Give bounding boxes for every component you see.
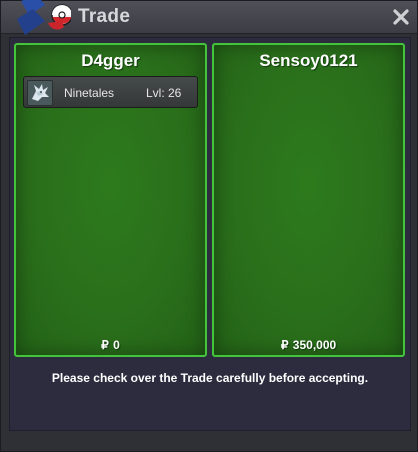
window-title: Trade xyxy=(78,6,131,27)
offered-pokemon-item[interactable]: Ninetales Lvl: 26 xyxy=(23,76,198,108)
currency-symbol: ₽ xyxy=(101,338,109,352)
money-left: ₽ 0 xyxy=(16,338,205,352)
title-bar[interactable]: Trade xyxy=(1,0,417,35)
pokemon-level: Lvl: 26 xyxy=(146,86,182,100)
pokemon-name: Ninetales xyxy=(64,86,115,100)
trade-window: Trade D4gger Ninetales Lvl: 26 ₽ 0 Senso… xyxy=(0,0,418,452)
player-name-right: Sensoy0121 xyxy=(259,51,358,70)
close-icon[interactable] xyxy=(391,7,411,27)
player-name-left: D4gger xyxy=(81,51,140,70)
pokeball-logo-icon xyxy=(17,0,71,35)
money-amount-left: 0 xyxy=(113,338,120,352)
ninetales-sprite-icon xyxy=(27,80,53,106)
money-right: ₽ 350,000 xyxy=(214,338,403,352)
currency-symbol: ₽ xyxy=(280,338,289,352)
money-amount-right: 350,000 xyxy=(292,338,337,352)
trade-notice: Please check over the Trade carefully be… xyxy=(51,371,369,385)
my-offer-panel[interactable]: D4gger Ninetales Lvl: 26 ₽ 0 xyxy=(14,43,207,357)
their-offer-panel: Sensoy0121 ₽ 350,000 xyxy=(212,43,405,357)
